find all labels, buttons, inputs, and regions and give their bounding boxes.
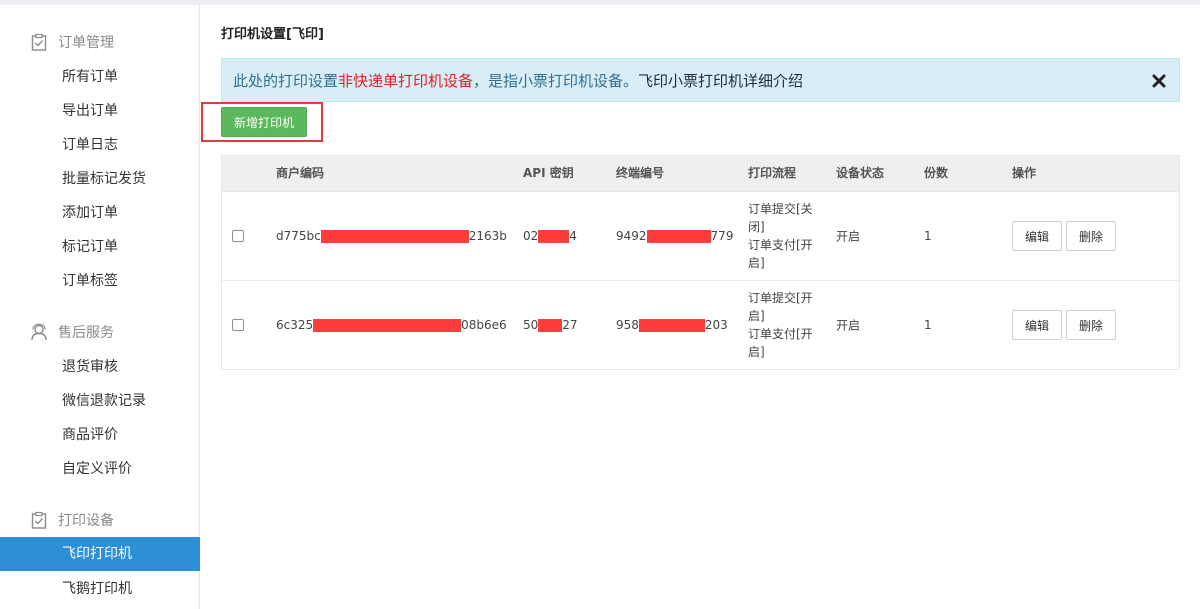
delete-button[interactable]: 删除 xyxy=(1066,310,1116,340)
flow-line: 启] xyxy=(748,256,765,270)
api-key-prefix: 02 xyxy=(523,229,539,243)
merchant-code-cell: 6c325 08b6e6 xyxy=(276,318,507,332)
sidebar-item-batch-ship[interactable]: 批量标记发货 xyxy=(0,162,200,196)
sidebar-item-return-review[interactable]: 退货审核 xyxy=(0,350,200,384)
sidebar-item-order-log[interactable]: 订单日志 xyxy=(0,128,200,162)
sidebar-item-order-tags[interactable]: 订单标签 xyxy=(0,264,200,298)
print-flow-cell: 订单提交[开 启] 订单支付[开 启] xyxy=(748,289,818,361)
row-checkbox[interactable] xyxy=(232,230,244,242)
header-device-status: 设备状态 xyxy=(836,166,885,180)
edit-button[interactable]: 编辑 xyxy=(1012,310,1062,340)
row-checkbox[interactable] xyxy=(232,319,244,331)
header-copies: 份数 xyxy=(924,166,949,180)
terminal-no-prefix: 958 xyxy=(616,318,639,332)
header-actions: 操作 xyxy=(1012,166,1037,180)
sidebar-item-product-reviews[interactable]: 商品评价 xyxy=(0,418,200,452)
alert-text-1: 此处的打印设置 xyxy=(233,71,339,90)
copies-cell: 1 xyxy=(924,318,932,332)
info-alert: 此处的打印设置 非快递单打印机设备 ，是指小票打印机设备。 飞印小票打印机详细介绍 xyxy=(221,58,1180,102)
terminal-no-prefix: 9492 xyxy=(616,229,647,243)
redaction-bar xyxy=(638,319,705,332)
table-row: 6c325 08b6e6 50 27 958 203 订单提交[开 启] 订单支付[开… xyxy=(222,280,1179,369)
flow-line: 闭] xyxy=(748,220,765,234)
redaction-bar xyxy=(313,319,462,332)
api-key-cell: 02 4 xyxy=(523,229,577,243)
alert-text-warning: 非快递单打印机设备 xyxy=(338,71,474,90)
terminal-no-cell: 9492 779 xyxy=(616,229,733,243)
header-api-key: API 密钥 xyxy=(523,166,574,180)
alert-text-2: ，是指小票打印机设备。 xyxy=(473,71,639,90)
header-merchant-code: 商户编码 xyxy=(276,166,325,180)
merchant-code-prefix: d775bc xyxy=(276,229,321,243)
header-print-flow: 打印流程 xyxy=(748,166,797,180)
sidebar-group-order-management: 订单管理 xyxy=(30,32,114,52)
sidebar-item-mark-order[interactable]: 标记订单 xyxy=(0,230,200,264)
clipboard-check-icon xyxy=(30,33,48,51)
sidebar-item-add-order[interactable]: 添加订单 xyxy=(0,196,200,230)
sidebar-item-custom-reviews[interactable]: 自定义评价 xyxy=(0,452,200,486)
api-key-suffix: 27 xyxy=(562,318,578,332)
terminal-no-cell: 958 203 xyxy=(616,318,728,332)
sidebar: 订单管理 所有订单 导出订单 订单日志 批量标记发货 添加订单 标记订单 订单标… xyxy=(0,5,200,609)
main-content: 打印机设置[飞印] 此处的打印设置 非快递单打印机设备 ，是指小票打印机设备。 飞印小… xyxy=(201,5,1200,609)
printer-table: 商户编码 API 密钥 终端编号 打印流程 设备状态 份数 操作 d775bc 2… xyxy=(221,155,1180,370)
alert-detail-link[interactable]: 飞印小票打印机详细介绍 xyxy=(638,70,803,91)
flow-line: 订单提交[关 xyxy=(748,202,813,216)
flow-line: 启] xyxy=(748,309,765,323)
flow-line: 订单提交[开 xyxy=(748,291,813,305)
sidebar-group-print-devices: 打印设备 xyxy=(30,510,114,530)
redaction-bar xyxy=(320,230,469,243)
device-status-cell: 开启 xyxy=(836,318,861,333)
print-flow-cell: 订单提交[关 闭] 订单支付[开 启] xyxy=(748,200,818,272)
sidebar-item-all-orders[interactable]: 所有订单 xyxy=(0,60,200,94)
sidebar-group-title: 订单管理 xyxy=(58,35,114,51)
merchant-code-prefix: 6c325 xyxy=(276,318,314,332)
api-key-suffix: 4 xyxy=(569,229,577,243)
table-header: 商户编码 API 密钥 终端编号 打印流程 设备状态 份数 操作 xyxy=(222,156,1179,191)
device-status-cell: 开启 xyxy=(836,229,861,244)
api-key-prefix: 50 xyxy=(523,318,539,332)
page-title: 打印机设置[飞印] xyxy=(221,27,324,42)
copies-cell: 1 xyxy=(924,229,932,243)
user-service-icon xyxy=(30,323,48,341)
sidebar-item-feiyin-printer[interactable]: 飞印打印机 xyxy=(0,537,200,571)
edit-button[interactable]: 编辑 xyxy=(1012,221,1062,251)
clipboard-check-icon xyxy=(30,511,48,529)
add-printer-button[interactable]: 新增打印机 xyxy=(221,107,307,137)
sidebar-group-after-sales: 售后服务 xyxy=(30,322,114,342)
flow-line: 订单支付[开 xyxy=(748,327,813,341)
sidebar-item-feie-printer[interactable]: 飞鹅打印机 xyxy=(0,572,200,606)
merchant-code-cell: d775bc 2163b xyxy=(276,229,507,243)
close-icon[interactable] xyxy=(1151,71,1167,89)
sidebar-group-title: 打印设备 xyxy=(58,513,114,529)
sidebar-item-export-orders[interactable]: 导出订单 xyxy=(0,94,200,128)
redaction-bar xyxy=(538,230,570,243)
flow-line: 启] xyxy=(748,345,765,359)
terminal-no-suffix: 203 xyxy=(704,318,728,332)
table-row: d775bc 2163b 02 4 9492 779 订单提交[关 闭] 订单支付[开… xyxy=(222,191,1179,280)
redaction-bar xyxy=(646,230,711,243)
header-terminal-no: 终端编号 xyxy=(616,166,665,180)
merchant-code-suffix: 2163b xyxy=(468,229,507,243)
flow-line: 订单支付[开 xyxy=(748,238,813,252)
delete-button[interactable]: 删除 xyxy=(1066,221,1116,251)
sidebar-group-title: 售后服务 xyxy=(58,325,114,341)
sidebar-item-wechat-refunds[interactable]: 微信退款记录 xyxy=(0,384,200,418)
merchant-code-suffix: 08b6e6 xyxy=(461,318,507,332)
terminal-no-suffix: 779 xyxy=(710,229,734,243)
redaction-bar xyxy=(538,319,563,332)
api-key-cell: 50 27 xyxy=(523,318,578,332)
